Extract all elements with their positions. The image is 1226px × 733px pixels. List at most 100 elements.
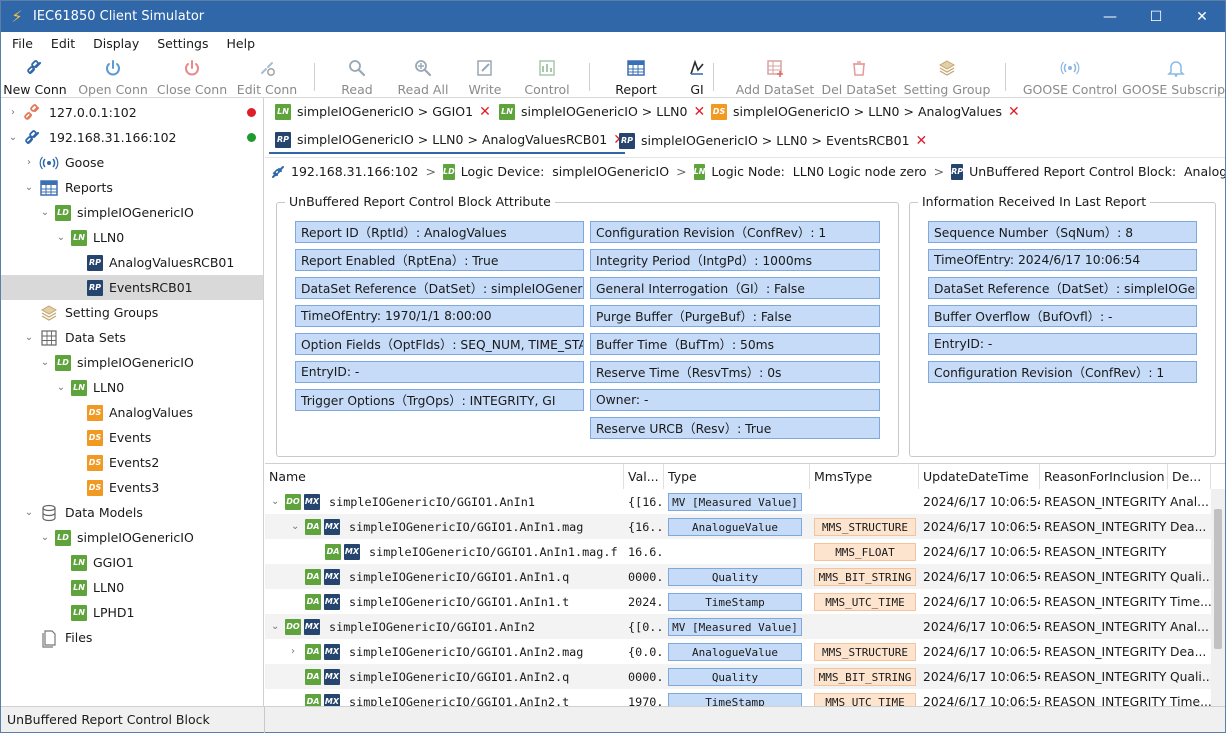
menu-display[interactable]: Display bbox=[84, 36, 148, 51]
column-header[interactable]: Name bbox=[265, 464, 624, 489]
edit-conn-button[interactable]: Edit Conn bbox=[237, 54, 297, 98]
read-button[interactable]: Read bbox=[341, 54, 373, 98]
row-expander[interactable] bbox=[291, 664, 303, 689]
maximize-button[interactable]: ☐ bbox=[1133, 1, 1179, 32]
column-header[interactable]: Val... bbox=[624, 464, 664, 489]
tree-item-simpleiogenericio[interactable]: ⌄ LD simpleIOGenericIO bbox=[1, 200, 263, 225]
tree-item-events3[interactable]: DS Events3 bbox=[1, 475, 263, 500]
goose-subscript-button[interactable]: GOOSE Subscript bbox=[1122, 54, 1226, 98]
table-row[interactable]: ⌄ DA MX simpleIOGenericIO/GGIO1.AnIn1.mag {1… bbox=[265, 514, 1211, 539]
tab-lln0[interactable]: LN simpleIOGenericIO > LLN0 ✕ bbox=[493, 98, 705, 125]
table-row[interactable]: DA MX simpleIOGenericIO/GGIO1.AnIn1.t 2024.… bbox=[265, 589, 1211, 614]
tree-item-analogvalues[interactable]: DS AnalogValues bbox=[1, 400, 263, 425]
menu-settings[interactable]: Settings bbox=[148, 36, 217, 51]
tree-expander[interactable]: ⌄ bbox=[55, 382, 67, 393]
column-header[interactable]: UpdateDateTime bbox=[919, 464, 1040, 489]
row-expander[interactable]: ⌄ bbox=[291, 514, 303, 539]
column-header[interactable]: MmsType bbox=[810, 464, 919, 489]
tab-analogvaluesrcb01[interactable]: RP simpleIOGenericIO > LLN0 > AnalogValue… bbox=[269, 127, 625, 154]
read-all-button[interactable]: Read All bbox=[397, 54, 449, 98]
tree-item-events[interactable]: DS Events bbox=[1, 425, 263, 450]
tree-item-lln0[interactable]: ⌄ LN LLN0 bbox=[1, 375, 263, 400]
tree-item-simpleiogenericio[interactable]: ⌄ LD simpleIOGenericIO bbox=[1, 525, 263, 550]
mx-badge: MX bbox=[324, 593, 340, 610]
tree-item-lphd1[interactable]: LN LPHD1 bbox=[1, 600, 263, 625]
column-header[interactable]: Type bbox=[664, 464, 810, 489]
tree-item-simpleiogenericio[interactable]: ⌄ LD simpleIOGenericIO bbox=[1, 350, 263, 375]
goose-control-button[interactable]: GOOSE Control bbox=[1023, 54, 1117, 98]
tree-expander[interactable]: › bbox=[7, 107, 19, 118]
new-conn-button[interactable]: New Conn bbox=[3, 54, 67, 98]
tree-expander[interactable]: ⌄ bbox=[39, 357, 51, 368]
row-expander[interactable]: ⌄ bbox=[271, 614, 283, 639]
close-tab-icon[interactable]: ✕ bbox=[916, 133, 928, 149]
tab-analogvalues[interactable]: DS simpleIOGenericIO > LLN0 > AnalogValue… bbox=[705, 98, 1020, 125]
tab-eventsrcb01[interactable]: RP simpleIOGenericIO > LLN0 > EventsRCB01… bbox=[613, 127, 927, 154]
tree-item-files[interactable]: Files bbox=[1, 625, 263, 650]
crumb-ln-value[interactable]: LLN0 Logic node zero bbox=[793, 164, 927, 179]
tree-item-setting-groups[interactable]: Setting Groups bbox=[1, 300, 263, 325]
tree-expander[interactable]: ⌄ bbox=[23, 507, 35, 518]
tree-expander[interactable]: ⌄ bbox=[39, 207, 51, 218]
tree-item-data-sets[interactable]: ⌄ Data Sets bbox=[1, 325, 263, 350]
crumb-rp-value[interactable]: AnalogValuesRCB01 bbox=[1184, 164, 1225, 179]
row-expander[interactable]: ⌄ bbox=[271, 489, 283, 514]
row-expander[interactable] bbox=[311, 539, 323, 564]
tree-expander[interactable]: ⌄ bbox=[55, 232, 67, 243]
open-conn-button[interactable]: Open Conn bbox=[78, 54, 148, 98]
table-row[interactable]: DA MX simpleIOGenericIO/GGIO1.AnIn2.t 1970.… bbox=[265, 689, 1211, 706]
tree-item-reports[interactable]: ⌄ Reports bbox=[1, 175, 263, 200]
crumb-host[interactable]: 192.168.31.166:102 bbox=[291, 164, 418, 179]
menu-edit[interactable]: Edit bbox=[42, 36, 84, 51]
column-header[interactable]: ReasonForInclusion bbox=[1040, 464, 1168, 489]
control-button[interactable]: Control bbox=[524, 54, 570, 98]
report-button[interactable]: Report bbox=[615, 54, 657, 98]
tree-item-events2[interactable]: DS Events2 bbox=[1, 450, 263, 475]
tree-expander[interactable]: › bbox=[23, 157, 35, 168]
row-expander[interactable] bbox=[291, 564, 303, 589]
vertical-scrollbar[interactable] bbox=[1211, 489, 1225, 706]
gi-button[interactable]: GI bbox=[688, 54, 706, 98]
table-row[interactable]: DA MX simpleIOGenericIO/GGIO1.AnIn2.q 0000.… bbox=[265, 664, 1211, 689]
tree-expander[interactable]: ⌄ bbox=[23, 182, 35, 193]
tree-item-lln0[interactable]: ⌄ LN LLN0 bbox=[1, 225, 263, 250]
column-header[interactable]: De... bbox=[1168, 464, 1211, 489]
tree-item-192-168-31-166-102[interactable]: ⌄ 192.168.31.166:102 bbox=[1, 125, 263, 150]
minimize-button[interactable]: — bbox=[1087, 1, 1133, 32]
tree-item-data-models[interactable]: ⌄ Data Models bbox=[1, 500, 263, 525]
close-tab-icon[interactable]: ✕ bbox=[1008, 104, 1020, 120]
write-button[interactable]: Write bbox=[467, 54, 503, 98]
tree-item-ggio1[interactable]: LN GGIO1 bbox=[1, 550, 263, 575]
rp-badge: RP bbox=[87, 279, 103, 296]
del-dataset-button[interactable]: Del DataSet bbox=[821, 54, 897, 98]
tree-expander[interactable]: ⌄ bbox=[23, 332, 35, 343]
add-dataset-button[interactable]: Add DataSet bbox=[736, 54, 814, 98]
table-row[interactable]: ⌄DOMX simpleIOGenericIO/GGIO1.AnIn1 {[16..… bbox=[265, 489, 1211, 514]
menu-help[interactable]: Help bbox=[218, 36, 265, 51]
tree-item-127-0-0-1-102[interactable]: › 127.0.0.1:102 bbox=[1, 100, 263, 125]
menu-file[interactable]: File bbox=[3, 36, 42, 51]
row-expander[interactable]: › bbox=[291, 639, 303, 664]
table-row[interactable]: ⌄DOMX simpleIOGenericIO/GGIO1.AnIn2 {[0...… bbox=[265, 614, 1211, 639]
close-tab-icon[interactable]: ✕ bbox=[693, 104, 705, 120]
row-expander[interactable] bbox=[291, 589, 303, 614]
tree-expander[interactable]: ⌄ bbox=[39, 532, 51, 543]
table-row[interactable]: DA MX simpleIOGenericIO/GGIO1.AnIn1.mag.f 1… bbox=[265, 539, 1211, 564]
close-tab-icon[interactable]: ✕ bbox=[479, 104, 491, 120]
tree-item-goose[interactable]: › Goose bbox=[1, 150, 263, 175]
table-row[interactable]: › DA MX simpleIOGenericIO/GGIO1.AnIn2.mag {0… bbox=[265, 639, 1211, 664]
tree-item-analogvaluesrcb01[interactable]: RP AnalogValuesRCB01 bbox=[1, 250, 263, 275]
tab-ggio1[interactable]: LN simpleIOGenericIO > GGIO1 ✕ bbox=[269, 98, 491, 125]
close-conn-button[interactable]: Close Conn bbox=[157, 54, 227, 98]
tree-item-lln0[interactable]: LN LLN0 bbox=[1, 575, 263, 600]
setting-group-button[interactable]: Setting Group bbox=[904, 54, 990, 98]
row-expander[interactable] bbox=[291, 689, 303, 706]
tree-item-eventsrcb01[interactable]: RP EventsRCB01 bbox=[1, 275, 263, 300]
tree-expander[interactable]: ⌄ bbox=[7, 132, 19, 143]
close-window-button[interactable]: ✕ bbox=[1179, 1, 1225, 32]
table-row[interactable]: DA MX simpleIOGenericIO/GGIO1.AnIn1.q 0000.… bbox=[265, 564, 1211, 589]
ld-badge: LD bbox=[55, 204, 71, 221]
link-broken-icon bbox=[23, 103, 43, 123]
crumb-ld-value[interactable]: simpleIOGenericIO bbox=[552, 164, 669, 179]
scrollbar-thumb[interactable] bbox=[1214, 509, 1222, 649]
